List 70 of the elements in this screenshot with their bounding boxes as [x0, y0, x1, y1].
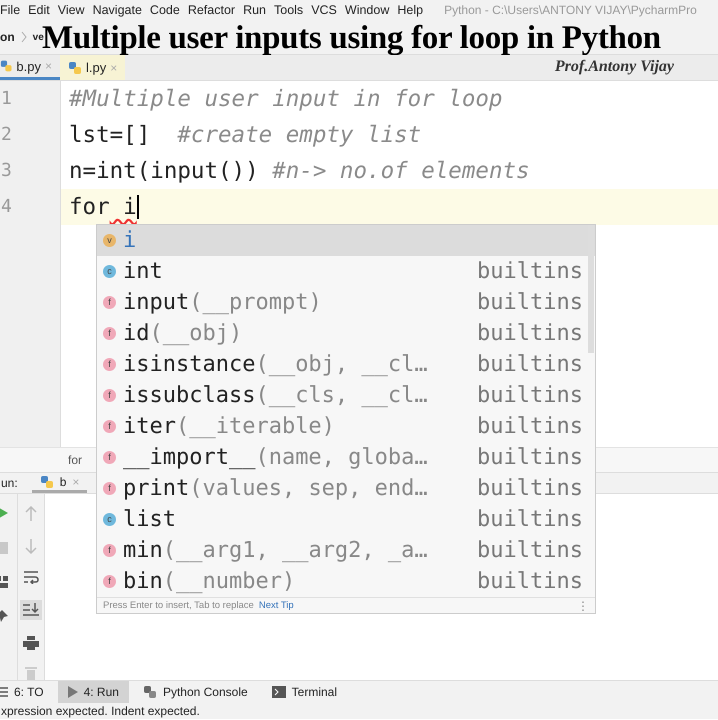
trash-icon[interactable]	[25, 666, 37, 680]
line-number: 2	[0, 123, 13, 147]
completion-item[interactable]: f input(__prompt) builtins	[97, 287, 595, 318]
status-message: xpression expected. Indent expected.	[1, 704, 200, 718]
tool-window-tab[interactable]: 6: TO	[0, 681, 54, 703]
completion-item[interactable]: c list builtins	[97, 504, 595, 535]
line-number: 3	[0, 159, 13, 183]
line-number: 1	[0, 87, 13, 111]
menu-item[interactable]: File	[0, 3, 28, 17]
completion-item[interactable]: f iter(__iterable) builtins	[97, 411, 595, 442]
scroll-to-end-icon[interactable]	[20, 600, 42, 620]
line-number: 4	[0, 195, 13, 219]
completion-item[interactable]: f min(__arg1, __arg2, _a… builtins	[97, 535, 595, 566]
completion-item[interactable]: v i	[97, 225, 595, 256]
breadcrumb[interactable]: for	[68, 453, 82, 467]
kind-badge: f	[103, 327, 116, 340]
completion-item[interactable]: f id(__obj) builtins	[97, 318, 595, 349]
tab-label: b.py	[16, 58, 41, 74]
terminal-icon	[272, 686, 286, 698]
text-cursor	[136, 195, 139, 219]
code-line: n=int(input()) #n-> no.of elements	[69, 158, 530, 184]
code-line: lst=[] #create empty list	[69, 122, 422, 148]
next-tip-link[interactable]: Next Tip	[258, 600, 294, 611]
menu-item[interactable]: Navigate	[92, 3, 149, 17]
tool-window-tab[interactable]: Terminal	[262, 681, 348, 703]
down-arrow-icon[interactable]	[25, 538, 37, 554]
file-tab[interactable]: l.py ×	[60, 55, 126, 80]
kind-badge: f	[103, 575, 116, 588]
kind-badge: f	[103, 358, 116, 371]
kind-badge: c	[103, 265, 116, 278]
completion-item[interactable]: f issubclass(__cls, __cl… builtins	[97, 380, 595, 411]
completion-item[interactable]: c int builtins	[97, 256, 595, 287]
up-arrow-icon[interactable]	[25, 506, 37, 522]
chevron-icon	[20, 31, 27, 43]
tool-window-tab[interactable]: Python Console	[132, 681, 258, 703]
completion-item[interactable]: f print(values, sep, end… builtins	[97, 473, 595, 504]
menu-item[interactable]: Help	[396, 3, 430, 17]
kind-badge: c	[103, 513, 116, 526]
menu-item[interactable]: Code	[148, 3, 187, 17]
soft-wrap-icon[interactable]	[23, 570, 39, 584]
completion-item[interactable]: f bin(__number) builtins	[97, 566, 595, 597]
menu-item[interactable]: Window	[344, 3, 396, 17]
code-line: for i	[69, 194, 137, 220]
author-name: Prof.Antony Vijay	[554, 58, 674, 76]
completion-item[interactable]: f __import__(name, globa… builtins	[97, 442, 595, 473]
menu-item[interactable]: View	[56, 3, 92, 17]
kind-badge: f	[103, 544, 116, 557]
breadcrumb[interactable]: ve	[32, 32, 44, 42]
kind-badge: f	[103, 296, 116, 309]
hint-text: Press Enter to insert, Tab to replace	[103, 600, 254, 611]
kind-badge: f	[103, 451, 116, 464]
play-icon	[68, 686, 78, 698]
menu-item[interactable]: Run	[242, 3, 273, 17]
run-label: un:	[0, 476, 18, 490]
kind-badge: f	[103, 389, 116, 402]
print-icon[interactable]	[23, 636, 39, 650]
menu-item[interactable]: VCS	[310, 3, 344, 17]
tool-window-tab[interactable]: 4: Run	[58, 681, 129, 703]
menu-item[interactable]: Refactor	[186, 3, 242, 17]
breadcrumb[interactable]: on	[0, 30, 15, 44]
kind-badge: f	[103, 420, 116, 433]
video-title: Multiple user inputs using for loop in Python	[42, 20, 661, 57]
menu-item[interactable]: Tools	[273, 3, 310, 17]
code-line: #Multiple user input in for loop	[69, 86, 502, 112]
completion-item[interactable]: f isinstance(__obj, __cl… builtins	[97, 349, 595, 380]
kind-badge: v	[103, 234, 116, 247]
kind-badge: f	[103, 482, 116, 495]
menu-item[interactable]: Edit	[27, 3, 57, 17]
tab-label: l.py	[86, 60, 106, 75]
window-title: Python - C:\Users\ANTONY VIJAY\PycharmPro	[444, 3, 697, 17]
